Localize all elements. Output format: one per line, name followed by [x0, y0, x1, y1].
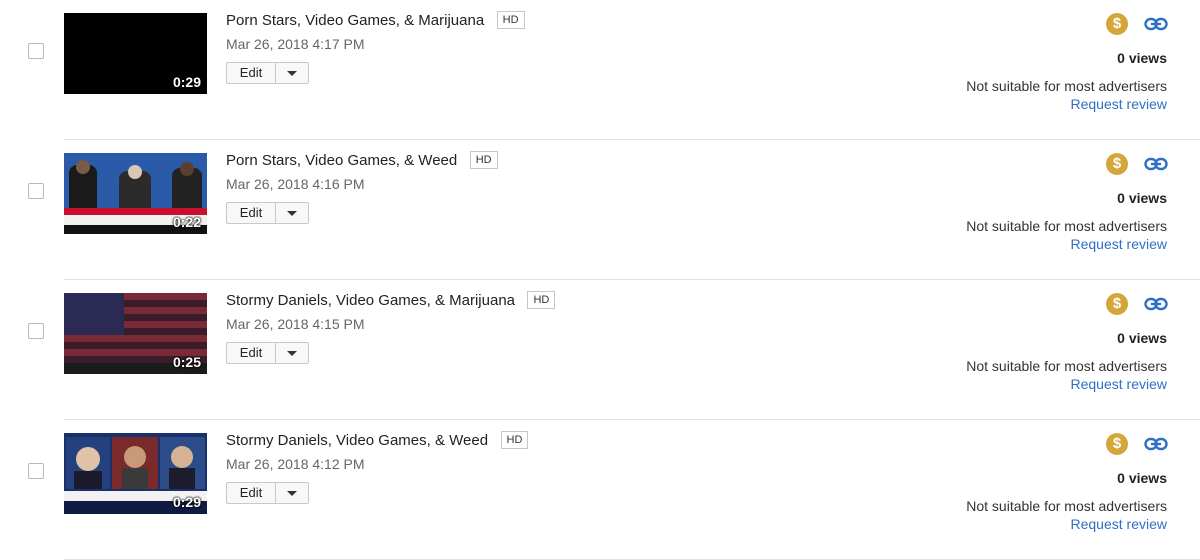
- edit-button-group: Edit: [226, 342, 309, 364]
- edit-options-dropdown[interactable]: [275, 483, 308, 503]
- monetization-dollar-icon[interactable]: $: [1106, 153, 1128, 175]
- title-line: Stormy Daniels, Video Games, & Marijuana…: [226, 291, 556, 311]
- edit-button[interactable]: Edit: [227, 483, 275, 503]
- caret-down-icon: [287, 350, 297, 356]
- upload-timestamp: Mar 26, 2018 4:12 PM: [226, 456, 365, 472]
- video-list: 0:29 Porn Stars, Video Games, & Marijuan…: [0, 0, 1200, 560]
- duration-label: 0:29: [172, 494, 201, 510]
- caret-down-icon: [287, 490, 297, 496]
- caret-down-icon: [287, 70, 297, 76]
- video-row: 0:29 Stormy Daniels, Video Games, & Weed…: [0, 420, 1200, 560]
- video-thumbnail[interactable]: 0:22: [64, 153, 207, 234]
- view-count: 0 views: [1117, 190, 1167, 206]
- monetization-dollar-icon[interactable]: $: [1106, 433, 1128, 455]
- video-thumbnail[interactable]: 0:29: [64, 13, 207, 94]
- link-icon[interactable]: [1144, 295, 1168, 313]
- video-thumbnail[interactable]: 0:29: [64, 433, 207, 514]
- edit-button[interactable]: Edit: [227, 63, 275, 83]
- video-row: 0:29 Porn Stars, Video Games, & Marijuan…: [0, 0, 1200, 140]
- edit-button-group: Edit: [226, 482, 309, 504]
- view-count: 0 views: [1117, 50, 1167, 66]
- video-title[interactable]: Porn Stars, Video Games, & Weed: [226, 152, 457, 169]
- title-line: Porn Stars, Video Games, & Marijuana HD: [226, 11, 525, 31]
- hd-badge: HD: [496, 11, 525, 29]
- select-checkbox[interactable]: [28, 43, 44, 59]
- edit-button-group: Edit: [226, 202, 309, 224]
- upload-timestamp: Mar 26, 2018 4:16 PM: [226, 176, 365, 192]
- video-row: 0:22 Porn Stars, Video Games, & Weed HD …: [0, 140, 1200, 280]
- request-review-link[interactable]: Request review: [1071, 96, 1168, 112]
- request-review-link[interactable]: Request review: [1071, 516, 1168, 532]
- hd-badge: HD: [500, 431, 529, 449]
- caret-down-icon: [287, 210, 297, 216]
- link-icon[interactable]: [1144, 15, 1168, 33]
- duration-label: 0:29: [172, 74, 201, 90]
- hd-badge: HD: [527, 291, 556, 309]
- view-count: 0 views: [1117, 330, 1167, 346]
- duration-label: 0:22: [172, 214, 201, 230]
- ad-suitability-status: Not suitable for most advertisers: [966, 78, 1167, 94]
- title-line: Porn Stars, Video Games, & Weed HD: [226, 151, 498, 171]
- link-icon[interactable]: [1144, 155, 1168, 173]
- select-checkbox[interactable]: [28, 463, 44, 479]
- video-title[interactable]: Porn Stars, Video Games, & Marijuana: [226, 12, 484, 29]
- monetization-dollar-icon[interactable]: $: [1106, 13, 1128, 35]
- edit-button-group: Edit: [226, 62, 309, 84]
- video-title[interactable]: Stormy Daniels, Video Games, & Weed: [226, 432, 488, 449]
- view-count: 0 views: [1117, 470, 1167, 486]
- edit-options-dropdown[interactable]: [275, 203, 308, 223]
- ad-suitability-status: Not suitable for most advertisers: [966, 358, 1167, 374]
- select-checkbox[interactable]: [28, 323, 44, 339]
- upload-timestamp: Mar 26, 2018 4:15 PM: [226, 316, 365, 332]
- ad-suitability-status: Not suitable for most advertisers: [966, 498, 1167, 514]
- hd-badge: HD: [469, 151, 498, 169]
- edit-button[interactable]: Edit: [227, 203, 275, 223]
- upload-timestamp: Mar 26, 2018 4:17 PM: [226, 36, 365, 52]
- request-review-link[interactable]: Request review: [1071, 376, 1168, 392]
- title-line: Stormy Daniels, Video Games, & Weed HD: [226, 431, 529, 451]
- edit-options-dropdown[interactable]: [275, 343, 308, 363]
- video-thumbnail[interactable]: 0:25: [64, 293, 207, 374]
- edit-options-dropdown[interactable]: [275, 63, 308, 83]
- video-title[interactable]: Stormy Daniels, Video Games, & Marijuana: [226, 292, 515, 309]
- video-row: 0:25 Stormy Daniels, Video Games, & Mari…: [0, 280, 1200, 420]
- monetization-dollar-icon[interactable]: $: [1106, 293, 1128, 315]
- duration-label: 0:25: [172, 354, 201, 370]
- select-checkbox[interactable]: [28, 183, 44, 199]
- request-review-link[interactable]: Request review: [1071, 236, 1168, 252]
- ad-suitability-status: Not suitable for most advertisers: [966, 218, 1167, 234]
- edit-button[interactable]: Edit: [227, 343, 275, 363]
- link-icon[interactable]: [1144, 435, 1168, 453]
